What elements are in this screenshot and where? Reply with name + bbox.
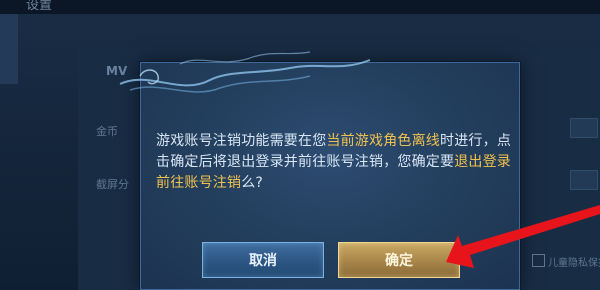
red-arrow-annotation — [446, 205, 600, 268]
